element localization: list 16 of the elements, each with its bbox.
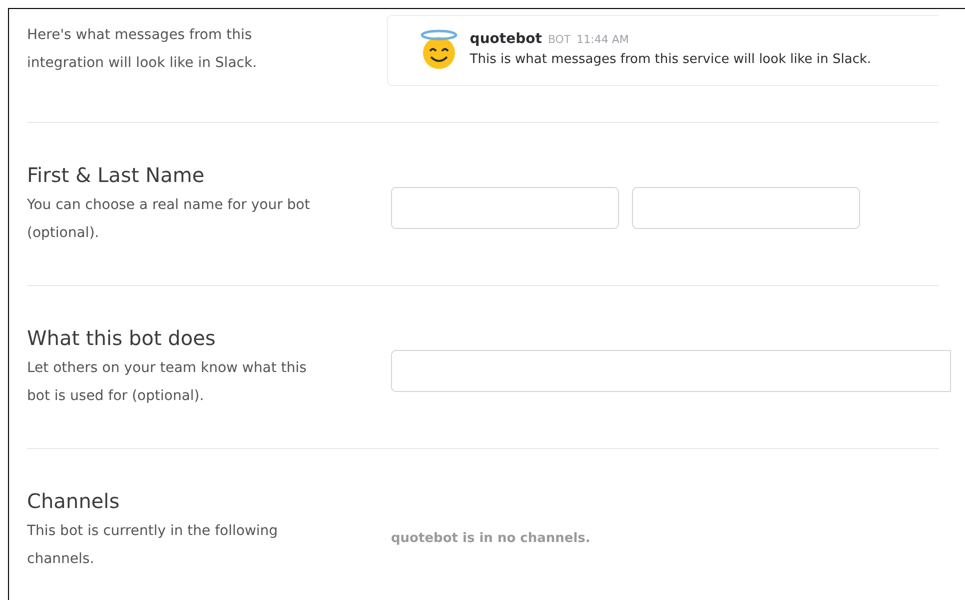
message-text: This is what messages from this service will look like in Slack.	[470, 51, 872, 69]
text-field[interactable]	[391, 187, 619, 229]
section-heading: Channels	[27, 488, 121, 515]
bot-label: BOT	[548, 32, 571, 48]
bot-username: quotebot	[470, 30, 542, 49]
section-description: Let others on your team know what this bot is used for (optional).	[27, 359, 308, 406]
channels-note: quotebot is in no channels.	[391, 531, 590, 546]
text-field[interactable]	[391, 350, 951, 392]
preview-description: Here's what messages from this integration will look like in Slack.	[27, 26, 258, 73]
section-heading: First & Last Name	[27, 162, 206, 189]
text-field[interactable]	[632, 187, 860, 229]
section-description: This bot is currently in the following channels.	[27, 522, 279, 569]
smiling-face-with-halo-icon	[418, 29, 459, 71]
section-description: You can choose a real name for your bot (optional).	[27, 196, 311, 243]
message-time: 11:44 AM	[576, 32, 629, 48]
section-heading: What this bot does	[27, 325, 217, 352]
